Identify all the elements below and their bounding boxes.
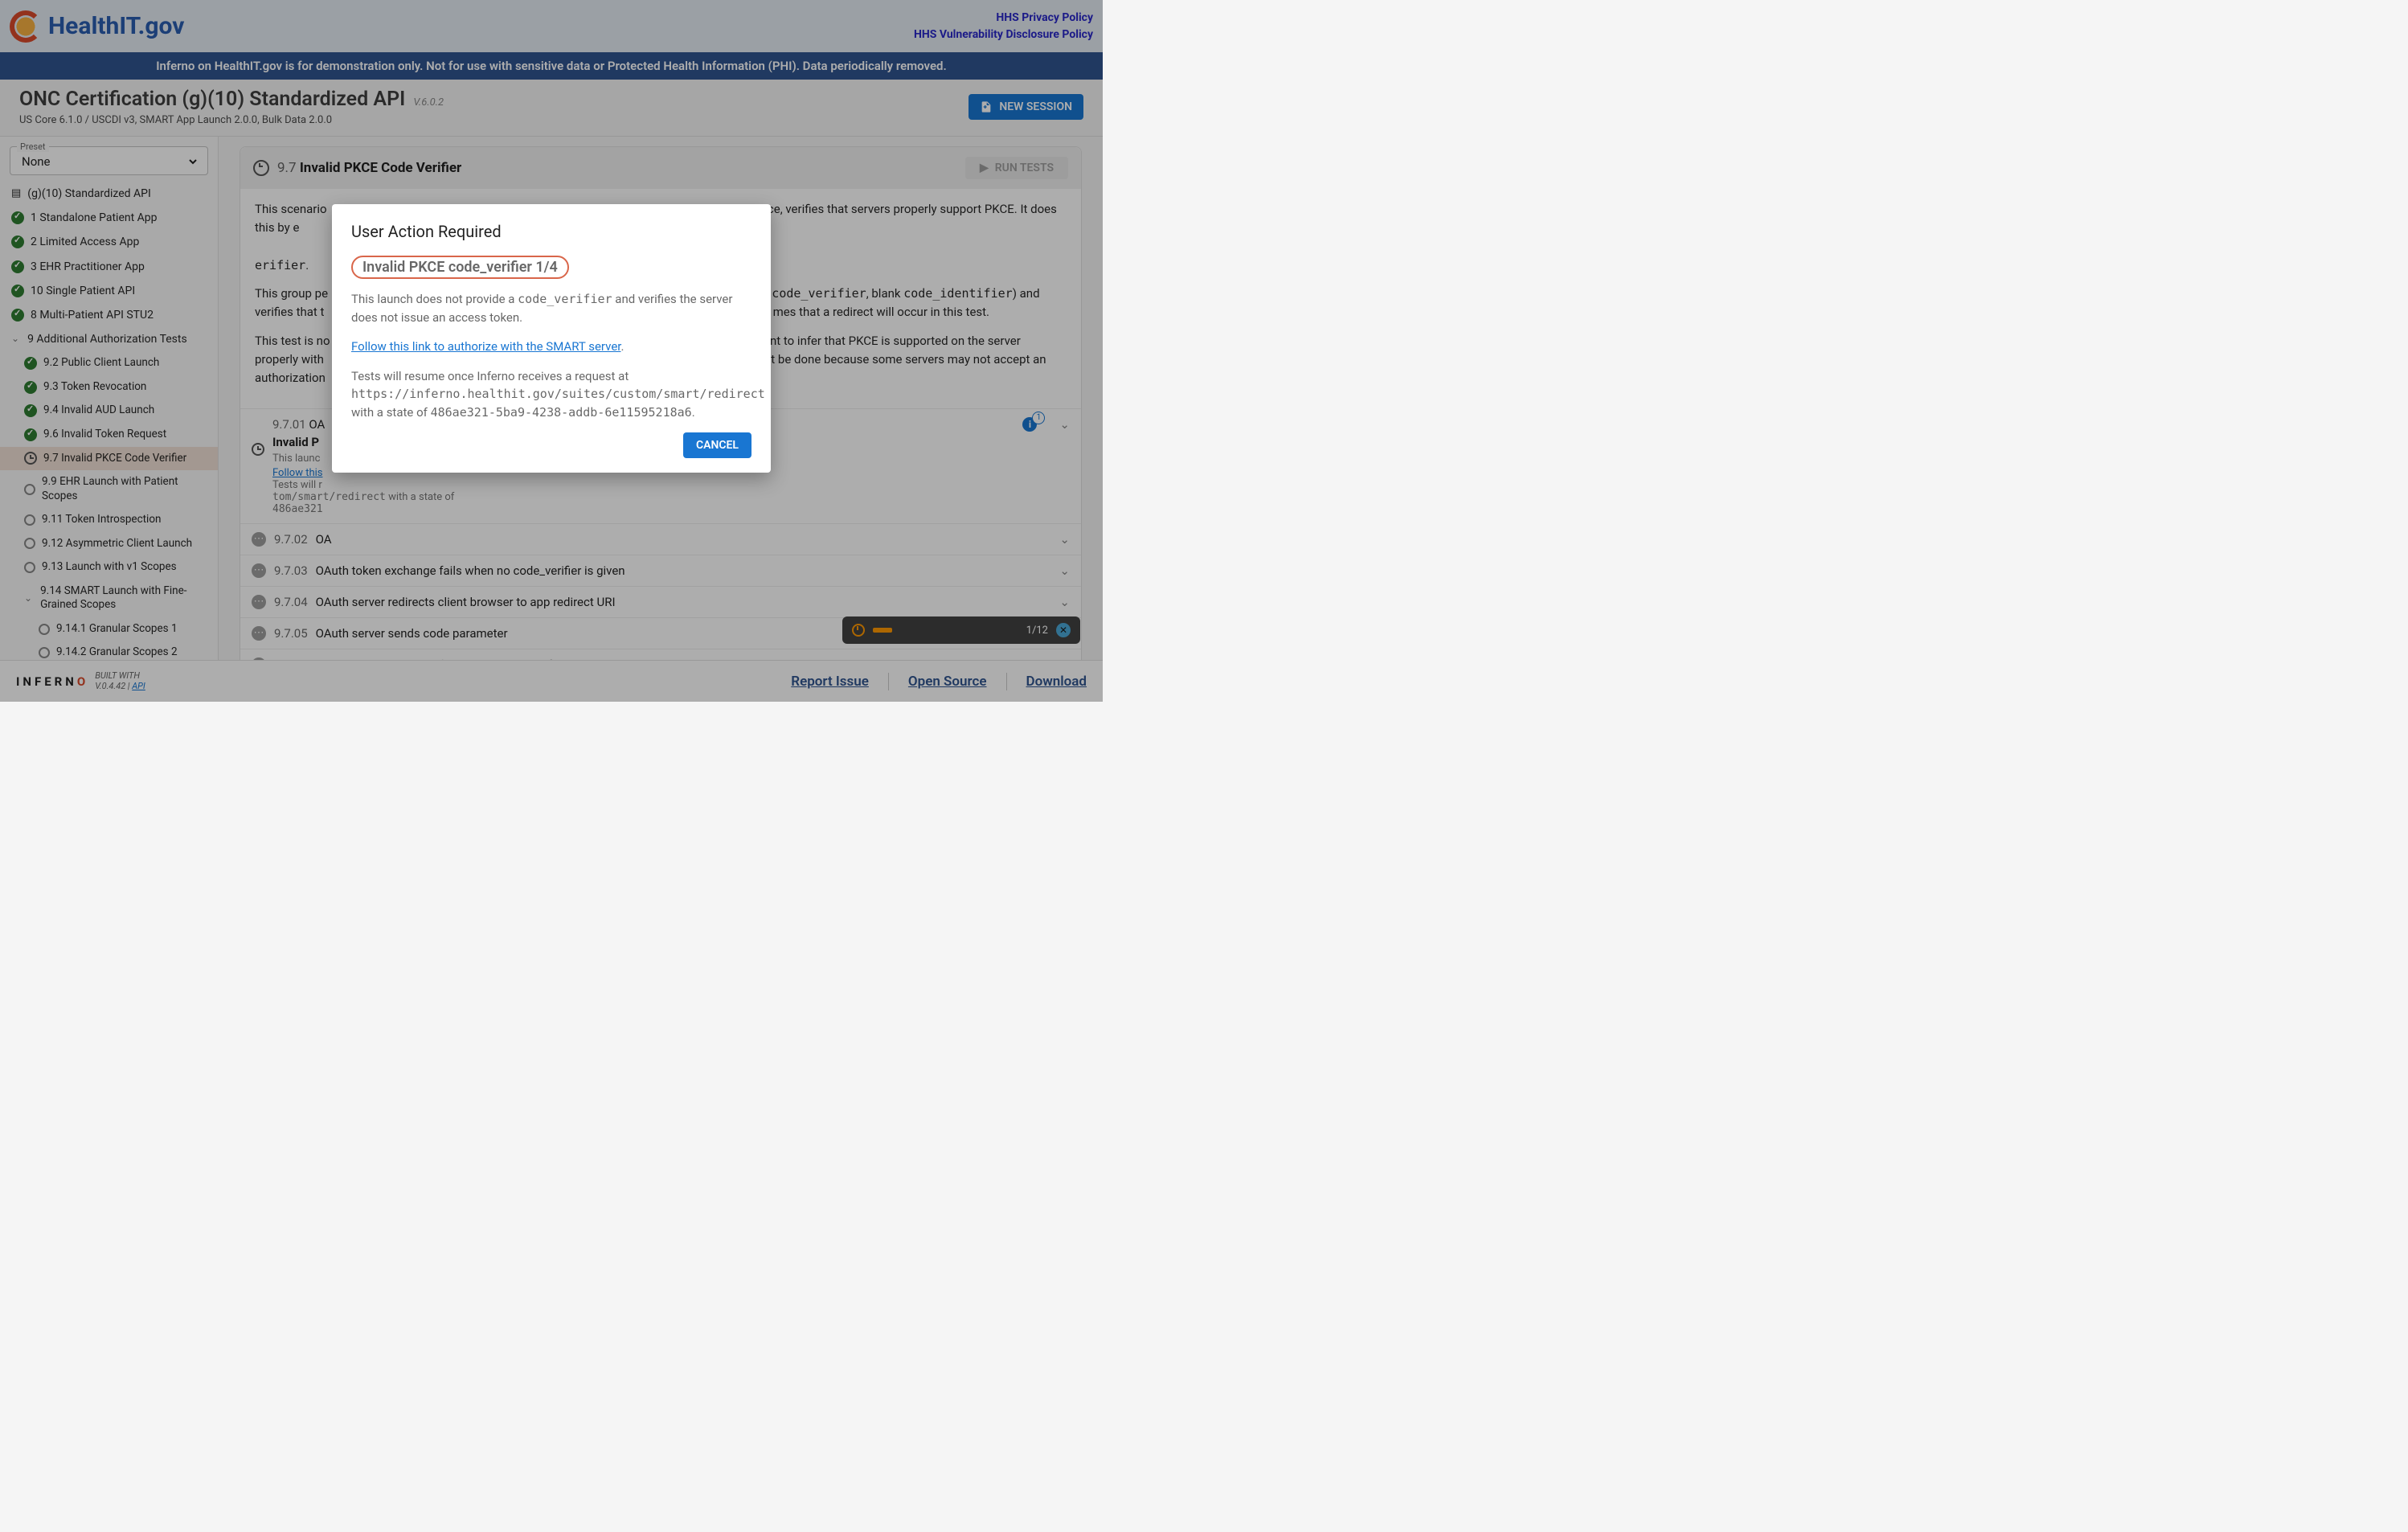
dialog-description: This launch does not provide a code_veri… xyxy=(351,290,751,326)
dialog-step-pill: Invalid PKCE code_verifier 1/4 xyxy=(351,256,569,279)
user-action-dialog: User Action Required Invalid PKCE code_v… xyxy=(332,204,771,473)
authorize-link[interactable]: Follow this link to authorize with the S… xyxy=(351,339,620,354)
cancel-button[interactable]: CANCEL xyxy=(683,432,751,458)
dialog-redirect-info: Tests will resume once Inferno receives … xyxy=(351,367,751,422)
dialog-title: User Action Required xyxy=(351,222,751,241)
